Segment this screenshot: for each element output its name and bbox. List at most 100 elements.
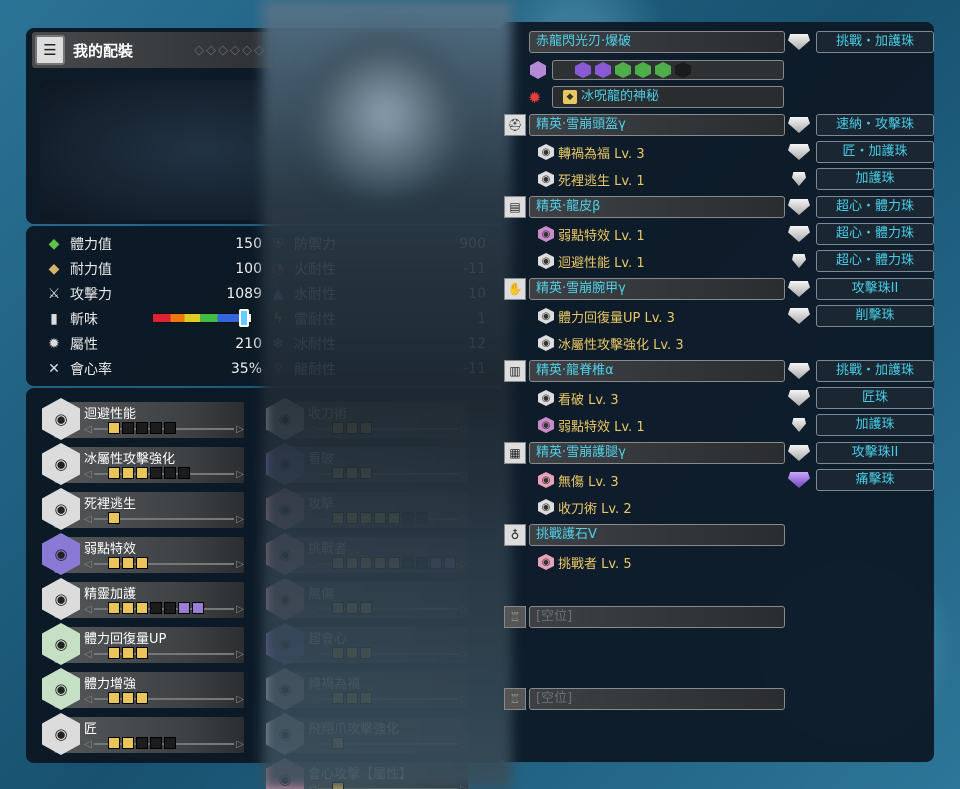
- armor-skill-icon: ◉: [538, 472, 554, 488]
- level-pip: [177, 602, 190, 614]
- deco-slot-icon: [786, 114, 812, 136]
- weapon-icon: [504, 34, 526, 56]
- deco-slot-icon: [786, 442, 812, 464]
- gauge-left-cap: ◁: [84, 423, 92, 435]
- health-icon: ◆: [48, 236, 60, 252]
- armor-name[interactable]: 挑戰護石V: [529, 524, 785, 546]
- armor-skill: ◉ 看破 Lv. 3: [538, 388, 619, 408]
- level-pip: [149, 422, 162, 434]
- skill-level-gauge: ◁▷: [84, 422, 244, 436]
- attack-icon: ⚔: [47, 286, 61, 302]
- decoration-name[interactable]: 速納・攻擊珠: [816, 114, 934, 136]
- stats_left-label: 體力值: [70, 237, 112, 253]
- gauge-left-cap: ◁: [84, 513, 92, 525]
- armor-name[interactable]: 精英·龍皮β: [529, 196, 785, 218]
- armor-name[interactable]: 精英·龍脊椎α: [529, 360, 785, 382]
- decoration-name[interactable]: 超心・體力珠: [816, 223, 934, 245]
- stats_left-label: 斬味: [70, 312, 98, 328]
- skill-name: 體力增強: [84, 677, 137, 692]
- loadout-title-bar[interactable]: ☰ 我的配裝 ◇◇◇◇◇◇: [32, 32, 272, 68]
- armor-skill-icon: ◉: [538, 499, 554, 515]
- skill-name: 體力回復量UP: [84, 632, 167, 647]
- armor-name[interactable]: 精英·雪崩頭盔γ: [529, 114, 785, 136]
- decoration-name[interactable]: 匠珠: [816, 387, 934, 409]
- gauge-right-cap: ▷: [236, 468, 244, 480]
- gauge-right-cap: ▷: [236, 693, 244, 705]
- awakening-skill[interactable]: ◆ 冰呪龍的神秘: [552, 86, 784, 108]
- level-pip: [121, 602, 134, 614]
- decoration-name[interactable]: 加護珠: [816, 168, 934, 190]
- level-pip: [149, 737, 162, 749]
- armor-skill: ◉ 挑戰者 Lv. 5: [538, 552, 632, 572]
- armor-skill-icon: ◉: [538, 226, 554, 242]
- deco-slot-icon: [786, 278, 812, 300]
- level-pips: [107, 737, 178, 749]
- armor-skill: ◉ 弱點特效 Lv. 1: [538, 415, 645, 435]
- skill-name: 弱點特效: [84, 542, 137, 557]
- skills_left-item[interactable]: ◉ 匠 ◁ ▷: [40, 713, 244, 755]
- decoration-name[interactable]: 挑戰・加護珠: [816, 360, 934, 382]
- decoration-name[interactable]: 痛擊珠: [816, 469, 934, 491]
- armor-skill-text: 體力回復量UP Lv. 3: [558, 310, 675, 326]
- armor-skill-icon: ◉: [538, 144, 554, 160]
- affinity-icon: ✕: [48, 361, 60, 377]
- decoration-name[interactable]: 超心・體力珠: [816, 196, 934, 218]
- skill-level-gauge: ◁▷: [84, 467, 244, 481]
- decoration-name[interactable]: 攻擊珠II: [816, 442, 934, 464]
- skills_left-item[interactable]: ◉ 死裡逃生 ◁ ▷: [40, 488, 244, 530]
- skills_left-item[interactable]: ◉ 體力回復量UP ◁ ▷: [40, 623, 244, 665]
- skills_left-item[interactable]: ◉ 弱點特效 ◁ ▷: [40, 533, 244, 575]
- armor-skill-text: 看破 Lv. 3: [558, 392, 619, 408]
- armor-name[interactable]: 精英·雪崩腕甲γ: [529, 278, 785, 300]
- level-pip: [121, 422, 134, 434]
- sharpness-marker: [239, 309, 249, 327]
- decoration-gem-icon: [788, 308, 810, 324]
- level-pip: [107, 692, 120, 704]
- blurred-region-core: [300, 30, 470, 200]
- stats_left-value: 100: [235, 261, 262, 277]
- empty-slot[interactable]: [空位]: [529, 688, 785, 710]
- armor-skill-text: 死裡逃生 Lv. 1: [558, 173, 645, 189]
- title-ornament: ◇◇◇◇◇◇: [194, 42, 266, 58]
- decoration-gem-icon: [788, 117, 810, 133]
- kinsect-gem: [615, 62, 631, 78]
- decoration-name[interactable]: 加護珠: [816, 414, 934, 436]
- gauge-left-cap: ◁: [84, 468, 92, 480]
- gauge-right-cap: ▷: [236, 423, 244, 435]
- decoration-name[interactable]: 匠・加護珠: [816, 141, 934, 163]
- level-pip: [121, 647, 134, 659]
- decoration-gem-icon: [788, 445, 810, 461]
- weapon-name[interactable]: 赤龍閃光刃·爆破: [529, 31, 785, 53]
- armor-skill-text: 無傷 Lv. 3: [558, 474, 619, 490]
- decoration-gem-icon: [788, 226, 810, 242]
- skill-name: 匠: [84, 722, 98, 737]
- stats_left-label: 攻擊力: [70, 287, 112, 303]
- gauge-left-cap: ◁: [84, 558, 92, 570]
- weapon-decoration[interactable]: 挑戰・加護珠: [816, 31, 934, 53]
- charm-icon: ♁: [504, 524, 526, 546]
- awakening-badge-icon: ◆: [563, 90, 577, 104]
- decoration-name[interactable]: 攻擊珠II: [816, 278, 934, 300]
- kinsect-gem: [575, 62, 591, 78]
- decoration-gem-icon: [788, 363, 810, 379]
- decoration-gem-icon: [788, 390, 810, 406]
- level-pips: [107, 422, 178, 434]
- decoration-gem-icon: [788, 281, 810, 297]
- armor-name[interactable]: 精英·雪崩護腿γ: [529, 442, 785, 464]
- skills_left-item[interactable]: ◉ 體力增強 ◁ ▷: [40, 668, 244, 710]
- deco-slot-icon: [786, 141, 812, 163]
- kinsect-gem: [595, 62, 611, 78]
- skills_left-item[interactable]: ◉ 精靈加護 ◁ ▷: [40, 578, 244, 620]
- level-pips: [107, 692, 150, 704]
- empty-slot[interactable]: [空位]: [529, 606, 785, 628]
- skills_left-item[interactable]: ◉ 冰屬性攻擊強化 ◁ ▷: [40, 443, 244, 485]
- chest-icon: ▤: [504, 196, 526, 218]
- deco-slot-icon: [786, 387, 812, 409]
- skills_left-item[interactable]: ◉ 迴避性能 ◁ ▷: [40, 398, 244, 440]
- kinsect-gem-bar[interactable]: [552, 60, 784, 80]
- decoration-name[interactable]: 削擊珠: [816, 305, 934, 327]
- stats_left-0: ◆ 體力值 150: [44, 232, 262, 256]
- decoration-name[interactable]: 超心・體力珠: [816, 250, 934, 272]
- sharpness-icon: ▮: [50, 311, 58, 327]
- skill-name: 死裡逃生: [84, 497, 137, 512]
